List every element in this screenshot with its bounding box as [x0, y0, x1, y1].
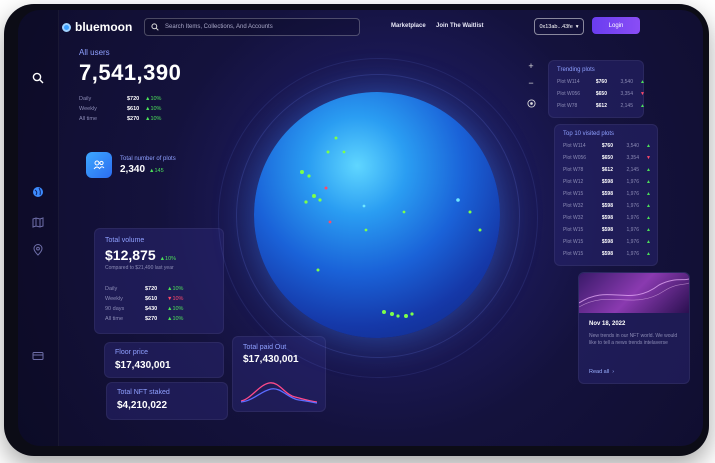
top-visited-row[interactable]: Plot W15 $598 1,976 ▲: [563, 225, 651, 235]
news-image: [579, 273, 689, 313]
top-visited-row[interactable]: Plot W15 $598 1,976 ▲: [563, 237, 651, 247]
top-visited-row[interactable]: Plot W114 $760 3,540 ▲: [563, 141, 651, 151]
locate-icon[interactable]: [524, 96, 538, 110]
all-users-row: Daily $720 ▲10%: [79, 96, 162, 102]
trending-title: Trending plots: [557, 67, 595, 73]
nft-staked-card: Total NFT staked $4,210,022: [106, 382, 228, 420]
nft-staked-label: Total NFT staked: [117, 389, 170, 396]
top-visited-row[interactable]: Plot W78 $612 2,145 ▲: [563, 165, 651, 175]
top-visited-row[interactable]: Plot W12 $598 1,976 ▲: [563, 177, 651, 187]
zoom-in-button[interactable]: +: [524, 59, 538, 73]
nft-staked-value: $4,210,022: [117, 400, 168, 411]
top-visited-title: Top 10 visited plots: [563, 131, 615, 137]
search-placeholder: Search Items, Collections, And Accounts: [165, 24, 273, 30]
top-visited-row[interactable]: Plot W32 $598 1,976 ▲: [563, 201, 651, 211]
arrow-right-icon: ›: [612, 369, 615, 375]
zoom-out-button[interactable]: −: [524, 76, 538, 90]
top-visited-row[interactable]: Plot W32 $598 1,976 ▲: [563, 213, 651, 223]
nav-join-waitlist[interactable]: Join The Waitlist: [436, 23, 483, 29]
trending-row[interactable]: Plot W78 $612 2,145 ▲: [557, 101, 645, 111]
floor-price-value: $17,430,001: [115, 360, 171, 371]
total-plots-panel: Total number of plots 2,340 ▲145: [86, 152, 176, 178]
news-date: Nov 18, 2022: [589, 321, 626, 327]
total-volume-value: $12,875: [105, 247, 156, 263]
login-button[interactable]: Login: [592, 17, 640, 34]
brand-name: bluemoon: [75, 20, 133, 34]
globe-plot-markers: [300, 136, 482, 318]
top-visited-card: Top 10 visited plots Plot W114 $760 3,540 ▲…: [554, 124, 658, 266]
paid-out-sparkline: [241, 382, 317, 404]
brand-logo[interactable]: bluemoon: [62, 20, 132, 34]
volume-row: Daily $720 ▲10%: [105, 286, 184, 292]
volume-row: Weekly $610 ▼10%: [105, 296, 184, 302]
search-icon: [151, 18, 159, 36]
top-bar: bluemoon Search Items, Collections, And …: [58, 10, 703, 44]
search-icon[interactable]: [28, 68, 48, 88]
all-users-row: All time $270 ▲10%: [79, 116, 162, 122]
total-volume-card: Total volume $12,875 ▲10% Compared to $2…: [94, 228, 224, 334]
total-volume-compare: Compared to $21,490 last year: [105, 265, 174, 271]
all-users-row: Weekly $610 ▲10%: [79, 106, 162, 112]
news-text: New trends in our NFT world. We would li…: [589, 333, 678, 346]
total-plots-change: ▲145: [149, 167, 164, 174]
nav-marketplace[interactable]: Marketplace: [391, 23, 426, 29]
all-users-value: 7,541,390: [79, 60, 182, 85]
volume-row: All time $270 ▲10%: [105, 316, 184, 322]
top-visited-row[interactable]: Plot W15 $598 1,976 ▲: [563, 189, 651, 199]
location-pin-icon[interactable]: [28, 240, 48, 260]
card-icon[interactable]: [28, 346, 48, 366]
chevron-down-icon: ▾: [575, 23, 579, 30]
map-icon[interactable]: [28, 212, 48, 232]
total-plots-label: Total number of plots: [120, 155, 176, 162]
trending-plots-card: Trending plots Plot W114 $760 3,540 ▲ Plot …: [548, 60, 645, 118]
floor-price-label: Floor price: [115, 349, 149, 356]
globe-icon[interactable]: [28, 182, 48, 202]
logo-icon: [62, 22, 71, 32]
read-all-link[interactable]: Read all ›: [589, 369, 614, 375]
total-volume-change: ▲10%: [159, 256, 177, 262]
tablet-frame: bluemoon Search Items, Collections, And …: [4, 4, 709, 456]
all-users-label: All users: [79, 48, 110, 57]
sidebar: [18, 10, 59, 446]
users-icon: [86, 152, 112, 178]
top-visited-row[interactable]: Plot W056 $650 3,354 ▼: [563, 153, 651, 163]
search-input[interactable]: Search Items, Collections, And Accounts: [144, 18, 360, 36]
volume-row: 90 days $430 ▲10%: [105, 306, 184, 312]
wallet-dropdown[interactable]: 0x13ab...43fe ▾: [534, 18, 584, 35]
floor-price-card: Floor price $17,430,001: [104, 342, 224, 378]
trending-row[interactable]: Plot W056 $650 3,354 ▼: [557, 89, 645, 99]
total-paid-value: $17,430,001: [243, 354, 299, 365]
top-visited-row[interactable]: Plot W15 $598 1,976 ▲: [563, 249, 651, 259]
wallet-address: 0x13ab...43fe: [539, 23, 573, 30]
total-volume-label: Total volume: [105, 237, 145, 244]
total-paid-label: Total paid Out: [243, 344, 287, 351]
news-card[interactable]: Nov 18, 2022 New trends in our NFT world…: [578, 272, 690, 384]
trending-row[interactable]: Plot W114 $760 3,540 ▲: [557, 77, 645, 87]
total-plots-value: 2,340: [120, 163, 146, 175]
all-users-panel: All users 7,541,390 Daily $720 ▲10% Weekly…: [79, 48, 181, 124]
dashboard-screen: bluemoon Search Items, Collections, And …: [18, 10, 703, 446]
